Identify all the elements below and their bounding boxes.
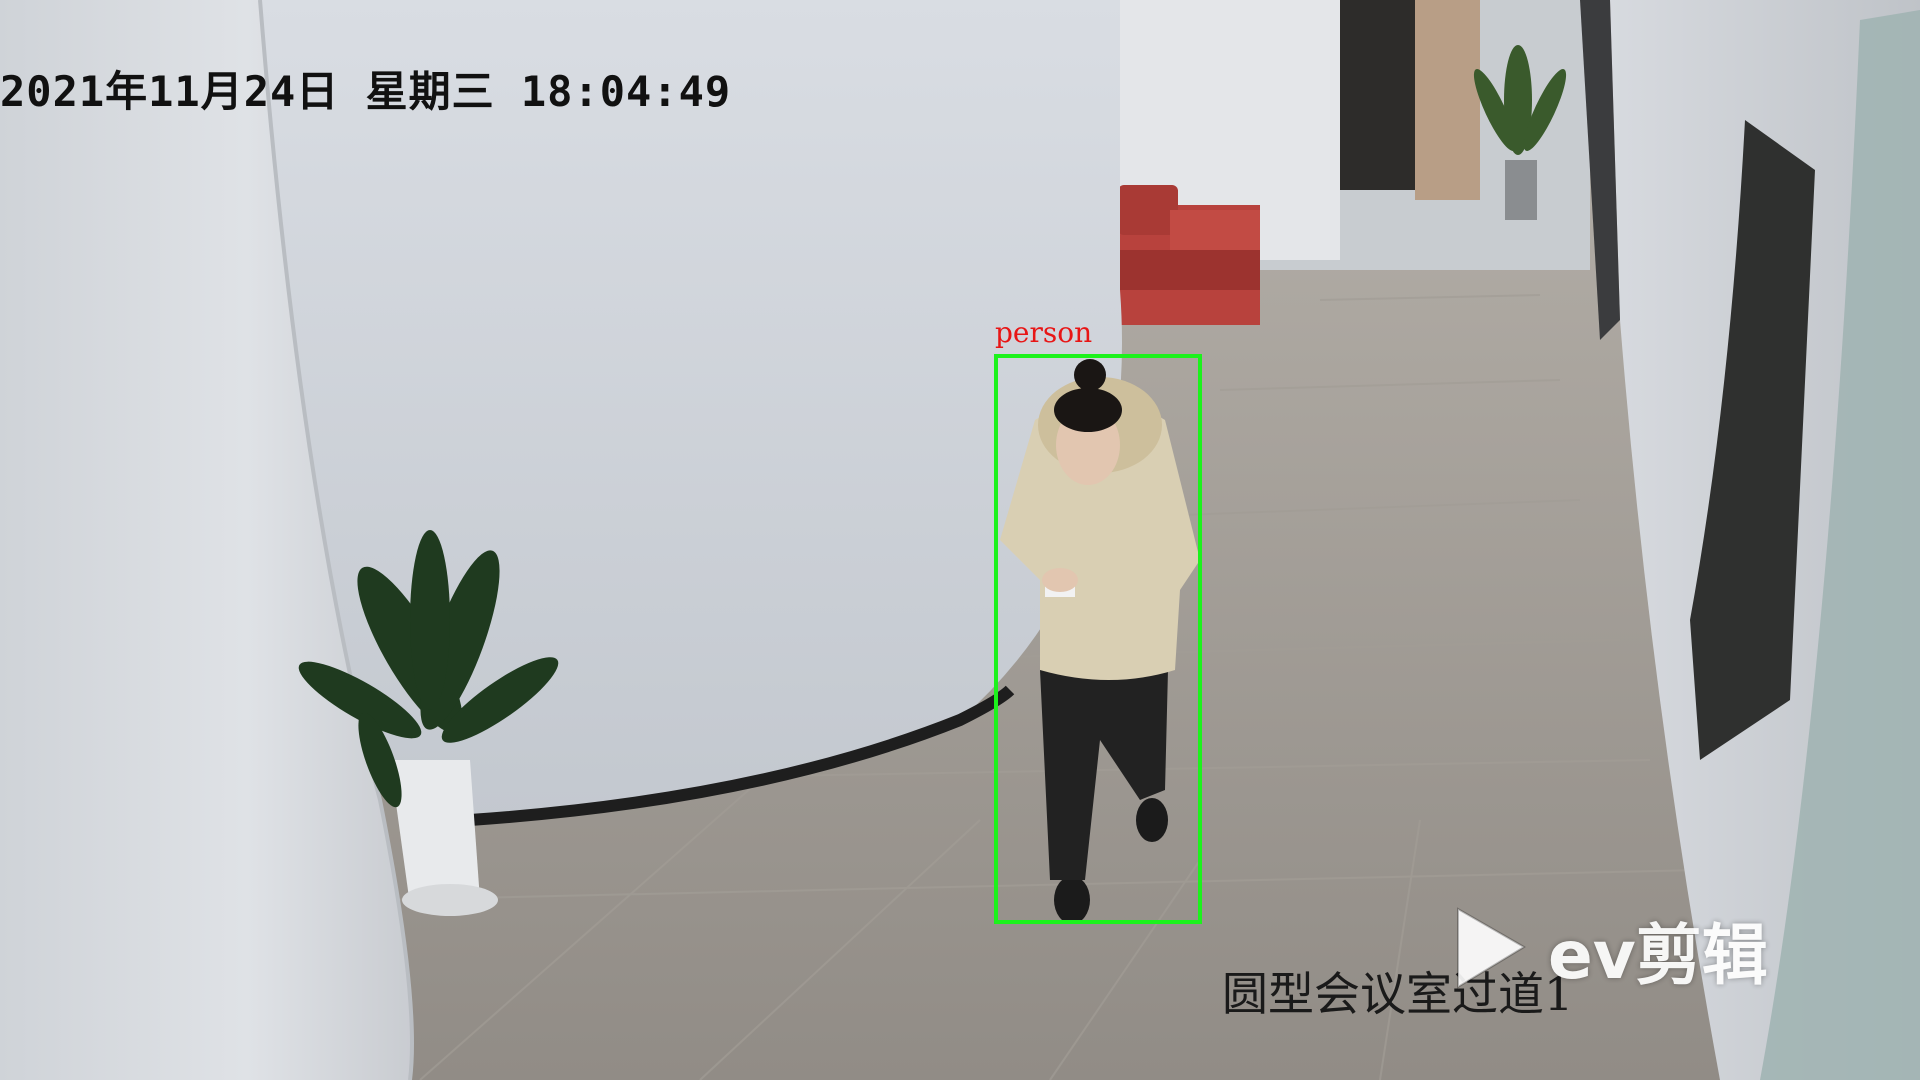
watermark: ev剪辑 — [1450, 905, 1768, 995]
watermark-text: ev剪辑 — [1548, 917, 1768, 994]
detection-bounding-box — [994, 354, 1202, 924]
timestamp-overlay: 2021年11月24日 星期三 18:04:49 — [0, 67, 732, 116]
detection-label: person — [995, 316, 1093, 349]
cctv-frame: 2021年11月24日 星期三 18:04:49 person 圆型会议室过道1… — [0, 0, 1920, 1080]
play-icon — [1450, 903, 1530, 997]
